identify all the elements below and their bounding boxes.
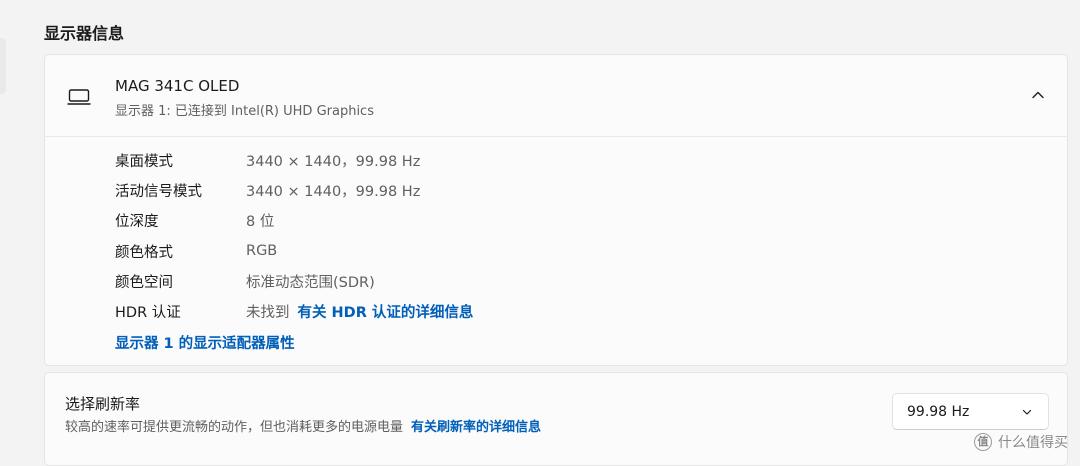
chevron-up-icon[interactable] xyxy=(1031,88,1045,102)
info-row-hdr-certification: HDR 认证 未找到 有关 HDR 认证的详细信息 xyxy=(115,300,473,322)
info-label: 颜色格式 xyxy=(115,244,173,261)
info-value: RGB xyxy=(246,243,278,259)
info-value: 3440 × 1440，99.98 Hz xyxy=(246,183,421,200)
info-label: 桌面模式 xyxy=(115,153,173,170)
info-row-desktop-mode: 桌面模式 3440 × 1440，99.98 Hz xyxy=(115,149,420,171)
watermark-text: 什么值得买 xyxy=(998,435,1068,451)
display-card: MAG 341C OLED 显示器 1: 已连接到 Intel(R) UHD G… xyxy=(44,54,1068,366)
info-row-color-format: 颜色格式 RGB xyxy=(115,240,277,262)
refresh-rate-description: 较高的速率可提供更流畅的动作，但也消耗更多的电源电量 有关刷新率的详细信息 xyxy=(65,416,541,435)
refresh-rate-info-link[interactable]: 有关刷新率的详细信息 xyxy=(411,420,541,435)
info-label: 活动信号模式 xyxy=(115,183,202,200)
refresh-rate-selected-value: 99.98 Hz xyxy=(907,404,970,420)
chevron-down-icon xyxy=(1022,409,1032,415)
refresh-rate-title: 选择刷新率 xyxy=(65,395,141,413)
refresh-rate-description-text: 较高的速率可提供更流畅的动作，但也消耗更多的电源电量 xyxy=(65,420,404,435)
info-label: 颜色空间 xyxy=(115,274,173,291)
info-label: HDR 认证 xyxy=(115,304,181,321)
info-row-active-signal-mode: 活动信号模式 3440 × 1440，99.98 Hz xyxy=(115,179,420,201)
left-edge-strip xyxy=(0,38,6,94)
watermark: 值 什么值得买 xyxy=(974,432,1068,452)
display-header[interactable]: MAG 341C OLED 显示器 1: 已连接到 Intel(R) UHD G… xyxy=(45,55,1067,137)
info-label: 位深度 xyxy=(115,213,159,230)
monitor-icon xyxy=(67,89,91,105)
refresh-rate-card: 选择刷新率 较高的速率可提供更流畅的动作，但也消耗更多的电源电量 有关刷新率的详细… xyxy=(44,372,1068,466)
info-row-bit-depth: 位深度 8 位 xyxy=(115,209,274,231)
hdr-info-link[interactable]: 有关 HDR 认证的详细信息 xyxy=(298,301,474,322)
info-value: 标准动态范围(SDR) xyxy=(246,274,375,291)
info-value: 8 位 xyxy=(246,213,275,230)
display-adapter-properties-link[interactable]: 显示器 1 的显示适配器属性 xyxy=(115,332,295,353)
info-value: 3440 × 1440，99.98 Hz xyxy=(246,153,421,170)
refresh-rate-select[interactable]: 99.98 Hz xyxy=(892,393,1049,430)
display-subtitle: 显示器 1: 已连接到 Intel(R) UHD Graphics xyxy=(115,104,374,119)
info-value: 未找到 xyxy=(246,304,290,321)
display-name: MAG 341C OLED xyxy=(115,77,240,95)
watermark-logo: 值 xyxy=(974,433,992,451)
section-title: 显示器信息 xyxy=(44,24,125,43)
info-row-color-space: 颜色空间 标准动态范围(SDR) xyxy=(115,270,375,292)
